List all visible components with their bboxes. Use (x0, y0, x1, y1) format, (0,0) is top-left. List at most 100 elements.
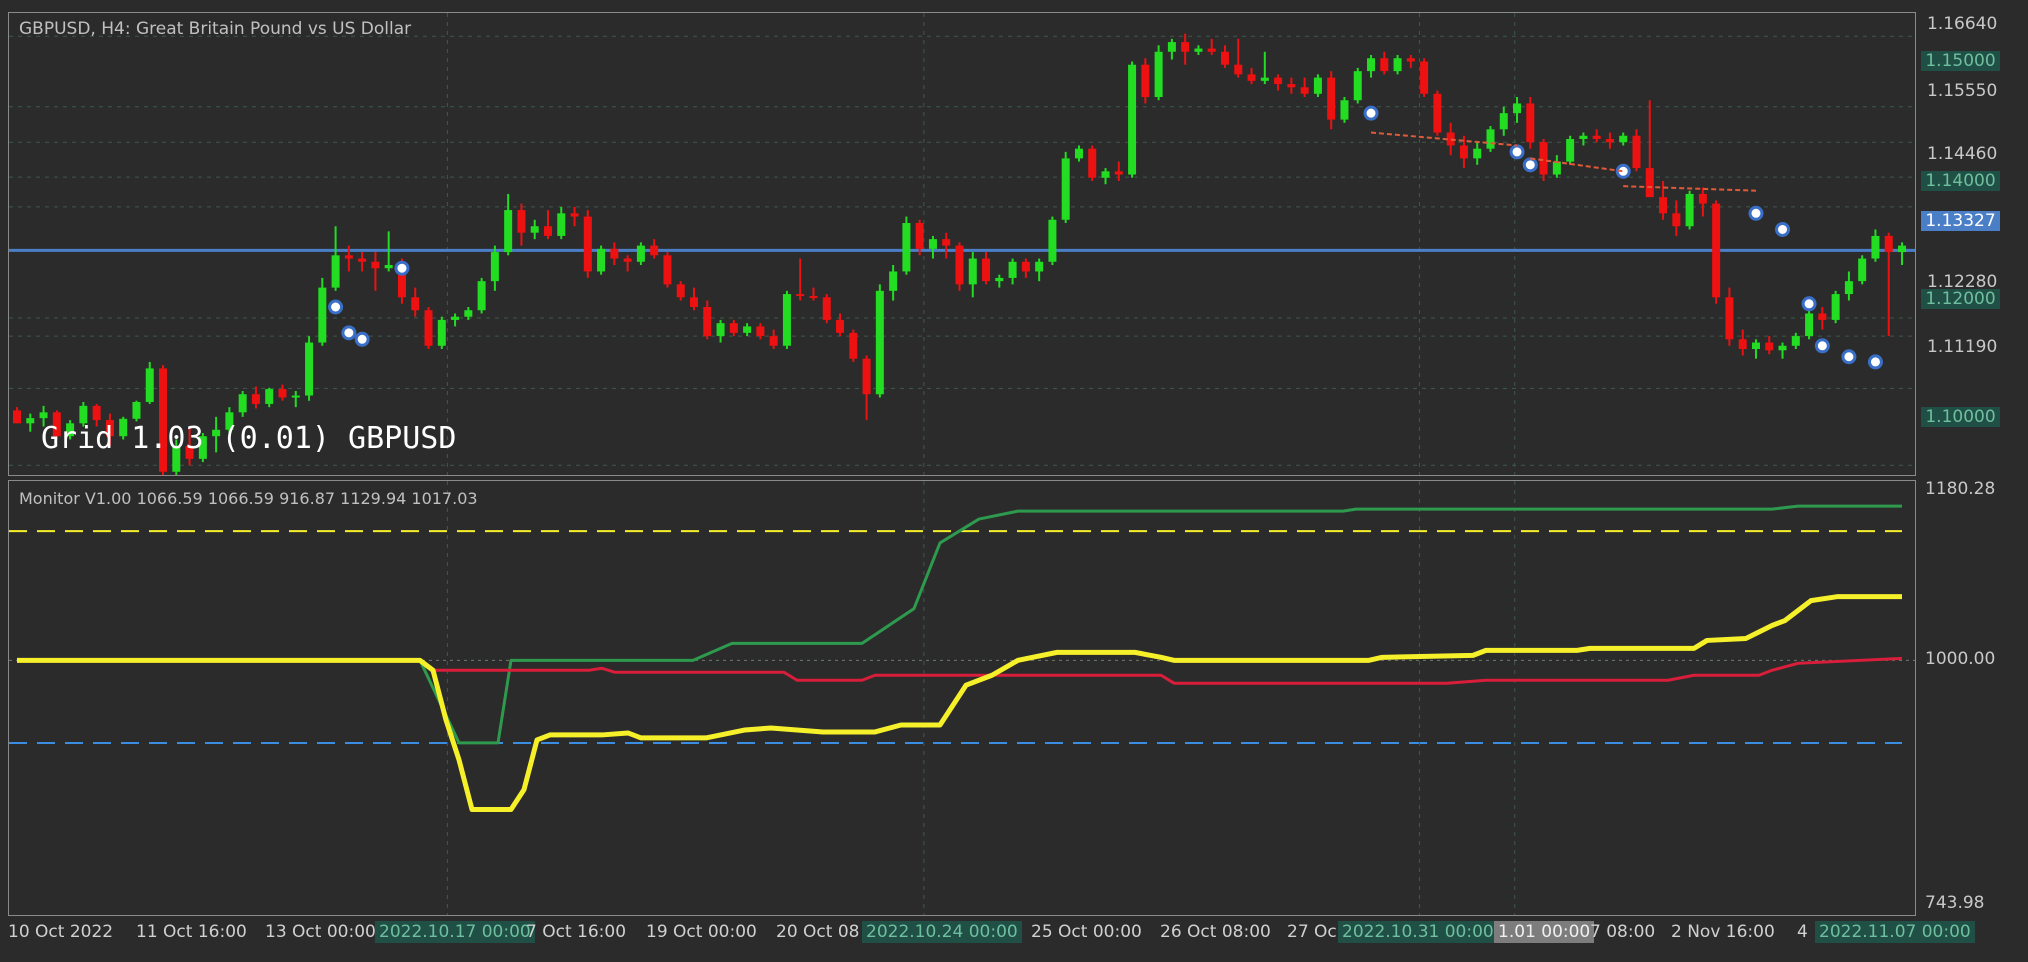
bull-candle (743, 326, 752, 333)
bull-candle (1048, 219, 1057, 262)
bear-candle (1765, 342, 1774, 351)
bear-candle (729, 323, 738, 333)
time-label: 20 Oct 08 (776, 922, 860, 942)
bull-candle (968, 258, 977, 285)
bear-candle (278, 389, 287, 398)
bear-candle (915, 223, 924, 249)
bear-candle (1592, 135, 1601, 139)
bull-candle (1791, 336, 1800, 346)
bear-candle (690, 297, 699, 307)
bull-candle (1486, 129, 1495, 149)
time-period-box: 2022.10.17 00:00 (375, 921, 535, 943)
bear-candle (344, 255, 353, 259)
bear-candle (1738, 339, 1747, 349)
time-label: 19 Oct 00:00 (646, 922, 757, 942)
bear-candle (358, 258, 367, 262)
trade-marker (1748, 205, 1764, 221)
trade-marker (1801, 296, 1817, 312)
bull-candle (1101, 171, 1110, 178)
bull-candle (889, 271, 898, 291)
bear-candle (703, 307, 712, 337)
bull-candle (451, 316, 460, 320)
bull-candle (477, 281, 486, 311)
bull-candle (1393, 58, 1402, 72)
bull-candle (875, 290, 884, 395)
bull-candle (26, 418, 35, 424)
bear-candle (862, 358, 871, 395)
trade-marker (1841, 349, 1857, 365)
trade-marker (354, 331, 370, 347)
bear-candle (1380, 58, 1389, 72)
bull-candle (995, 277, 1004, 282)
price-chart-pane[interactable]: GBPUSD, H4: Great Britain Pound vs US Do… (8, 12, 1916, 476)
trade-marker (341, 325, 357, 341)
indicator-svg (9, 481, 1915, 915)
bear-candle (1088, 148, 1097, 178)
bull-candle (1035, 261, 1044, 272)
bull-candle (716, 323, 725, 337)
bear-candle (570, 213, 579, 217)
trade-marker (1363, 105, 1379, 121)
bull-candle (928, 239, 937, 249)
bull-candle (1831, 294, 1840, 320)
bull-candle (132, 401, 141, 419)
bull-candle (1074, 148, 1083, 159)
price-tick: 1.16640 (1927, 14, 1998, 34)
price-level-box: 1.12000 (1921, 289, 2000, 309)
bull-candle (331, 255, 340, 288)
indicator-tick: 743.98 (1925, 893, 1985, 913)
bull-candle (597, 248, 606, 272)
bull-candle (1008, 261, 1017, 278)
time-period-box: 2022.10.24 00:00 (862, 921, 1022, 943)
bull-candle (636, 245, 645, 262)
terminal-window: GBPUSD, H4: Great Britain Pound vs US Do… (0, 0, 2028, 962)
bear-candle (13, 410, 21, 424)
bull-candle (384, 265, 393, 269)
bear-candle (1287, 84, 1296, 88)
trade-marker (1775, 221, 1791, 237)
bull-candle (504, 210, 513, 253)
bear-candle (610, 248, 619, 259)
bull-candle (1898, 245, 1906, 253)
bear-candle (1114, 171, 1123, 175)
bull-candle (1844, 281, 1853, 295)
bull-candle (291, 395, 300, 398)
bull-candle (1128, 64, 1137, 175)
bear-candle (1433, 93, 1442, 133)
bear-candle (1725, 297, 1734, 340)
bear-candle (1181, 42, 1190, 52)
bear-candle (849, 332, 858, 359)
bear-candle (1327, 77, 1336, 120)
bear-candle (1884, 235, 1893, 253)
price-tick: 1.11190 (1927, 337, 1998, 357)
bull-candle (1473, 148, 1482, 159)
trade-link (1623, 185, 1757, 192)
time-label: 13 Oct 00:00 (265, 922, 376, 942)
bull-candle (1566, 139, 1575, 162)
bear-candle (756, 326, 765, 337)
bear-candle (822, 297, 831, 320)
bear-candle (1818, 313, 1827, 320)
chart-title: GBPUSD, H4: Great Britain Pound vs US Do… (19, 19, 412, 39)
time-period-box: 2022.11.07 00:00 (1815, 921, 1975, 943)
indicator-pane[interactable]: Monitor V1.00 1066.59 1066.59 916.87 112… (8, 480, 1916, 916)
indicator-title: Monitor V1.00 1066.59 1066.59 916.87 112… (19, 489, 478, 508)
bull-candle (1154, 51, 1163, 97)
time-period-box: 2022.10.31 00:00 (1338, 921, 1498, 943)
bear-candle (1247, 74, 1256, 81)
bear-candle (92, 405, 101, 421)
bear-candle (1274, 77, 1283, 85)
trade-marker (1509, 144, 1525, 160)
bear-candle (1406, 58, 1415, 62)
bull-candle (557, 213, 566, 236)
bear-candle (809, 296, 818, 299)
bull-candle (1619, 135, 1628, 143)
trade-marker (1522, 157, 1538, 173)
bull-candle (1313, 77, 1322, 94)
time-label: 2 Nov 16:00 (1671, 922, 1775, 942)
price-level-box: 1.10000 (1921, 407, 2000, 427)
bear-candle (1021, 261, 1030, 272)
crosshair-time-box: 1.01 00:00 (1494, 921, 1595, 943)
bull-candle (464, 310, 473, 317)
bull-candle (1685, 193, 1694, 227)
